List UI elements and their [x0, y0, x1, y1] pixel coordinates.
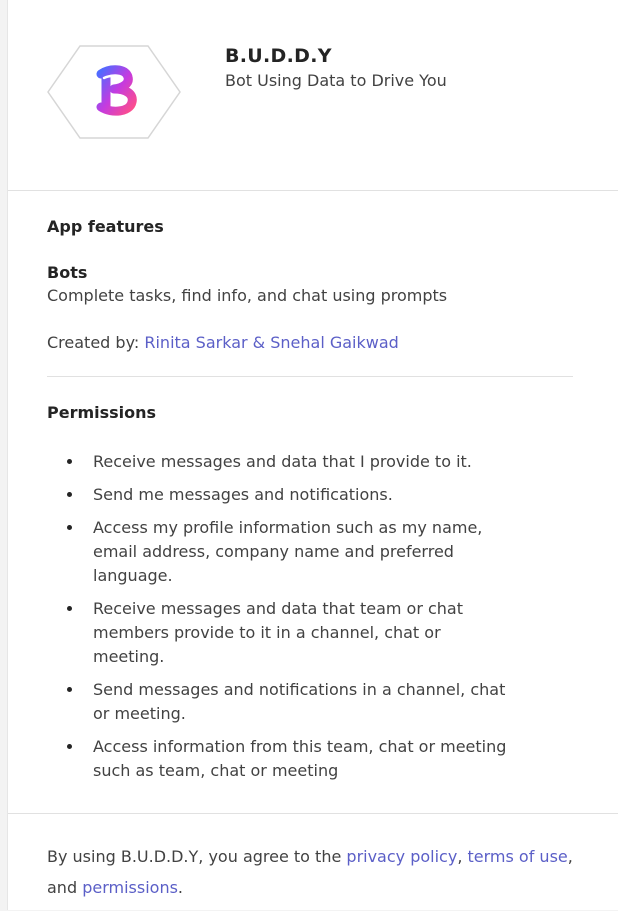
- app-name: B.U.D.D.Y: [225, 45, 332, 67]
- bullet-icon: [67, 492, 72, 497]
- permissions-list: Receive messages and data that I provide…: [47, 450, 577, 792]
- permission-item: Send me messages and notifications.: [47, 483, 577, 507]
- buddy-logo-icon: [47, 45, 181, 139]
- app-header: B.U.D.D.Y Bot Using Data to Drive You: [8, 0, 618, 191]
- bots-title: Bots: [47, 263, 88, 282]
- bullet-icon: [67, 687, 72, 692]
- created-by-label: Created by:: [47, 333, 140, 352]
- permission-item: Send messages and notifications in a cha…: [47, 678, 513, 726]
- created-by-link[interactable]: Rinita Sarkar & Snehal Gaikwad: [144, 333, 398, 352]
- app-details-panel: B.U.D.D.Y Bot Using Data to Drive You Ap…: [7, 0, 618, 910]
- privacy-policy-link[interactable]: privacy policy: [346, 847, 457, 866]
- section-divider: [47, 376, 573, 377]
- permission-item: Access my profile information such as my…: [47, 516, 513, 588]
- permission-item: Receive messages and data that team or c…: [47, 597, 513, 669]
- app-features-heading: App features: [47, 217, 164, 236]
- terms-of-use-link[interactable]: terms of use: [468, 847, 568, 866]
- app-tagline: Bot Using Data to Drive You: [225, 71, 447, 90]
- app-logo: [46, 44, 182, 140]
- bots-description: Complete tasks, find info, and chat usin…: [47, 286, 448, 305]
- bullet-icon: [67, 525, 72, 530]
- bullet-icon: [67, 606, 72, 611]
- footer-agreement: By using B.U.D.D.Y, you agree to the pri…: [47, 847, 573, 897]
- bullet-icon: [67, 459, 72, 464]
- permissions-link[interactable]: permissions: [82, 878, 178, 897]
- footer: By using B.U.D.D.Y, you agree to the pri…: [8, 813, 618, 911]
- created-by: Created by: Rinita Sarkar & Snehal Gaikw…: [47, 331, 399, 355]
- permissions-heading: Permissions: [47, 403, 157, 422]
- permission-item: Receive messages and data that I provide…: [47, 450, 577, 474]
- bullet-icon: [67, 744, 72, 749]
- permission-item: Access information from this team, chat …: [47, 735, 513, 783]
